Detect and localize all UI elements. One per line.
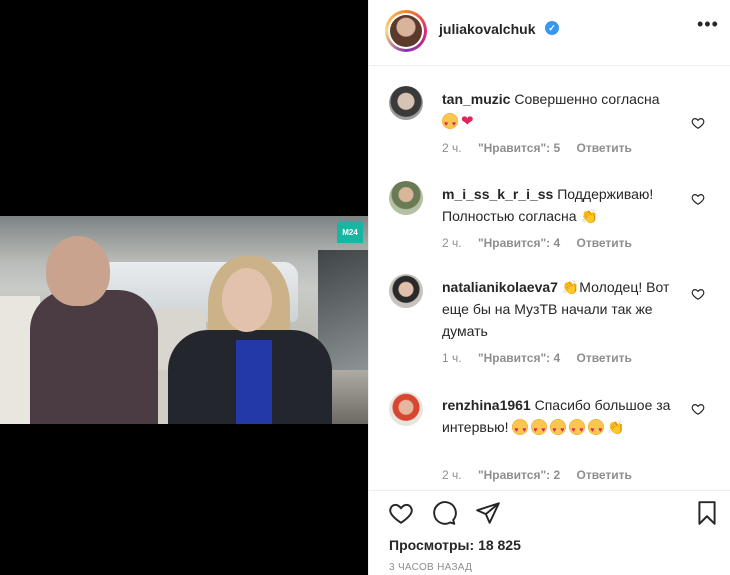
clapping-hands-emoji: 👏: [561, 279, 580, 295]
heart-icon[interactable]: [691, 192, 705, 206]
comment-text: Совершенно согласна: [514, 91, 660, 107]
commenter-avatar[interactable]: [389, 392, 423, 426]
comment-meta: 2 ч. "Нравится": 5 Ответить: [442, 141, 645, 155]
comment-time: 2 ч.: [442, 141, 462, 155]
heart-eyes-emoji: [531, 419, 548, 442]
views-count[interactable]: Просмотры: 18 825: [389, 537, 521, 553]
comment-text-block: tan_muzic Совершенно согласна ❤: [442, 88, 682, 136]
post-media[interactable]: M24: [0, 0, 368, 575]
commenter-avatar[interactable]: [389, 274, 423, 308]
comment-text-block: natalianikolaeva7 👏Молодец! Вот еще бы н…: [442, 276, 682, 342]
comment-username[interactable]: renzhina1961: [442, 397, 531, 413]
post-actions: Просмотры: 18 825 3 ЧАСОВ НАЗАД: [369, 490, 730, 575]
post-panel: juliakovalchuk ✓ ••• tan_muzic Совершенн…: [368, 0, 730, 575]
comment-likes[interactable]: "Нравится": 5: [478, 141, 560, 155]
author-username[interactable]: juliakovalchuk: [439, 21, 535, 37]
channel-logo: M24: [337, 221, 363, 243]
commenter-avatar[interactable]: [389, 86, 423, 120]
man-figure: [30, 290, 158, 424]
heart-icon[interactable]: [691, 287, 705, 301]
commenter-avatar[interactable]: [389, 181, 423, 215]
clapping-hands-emoji: 👏: [607, 419, 625, 435]
comment-username[interactable]: natalianikolaeva7: [442, 279, 558, 295]
comment-likes[interactable]: "Нравится": 4: [478, 351, 560, 365]
heart-eyes-emoji: [569, 419, 586, 442]
comment-time: 2 ч.: [442, 236, 462, 250]
comment-text-block: renzhina1961 Спасибо большое за интервью…: [442, 394, 682, 442]
reply-button[interactable]: Ответить: [576, 236, 631, 250]
post-timestamp[interactable]: 3 ЧАСОВ НАЗАД: [389, 562, 472, 573]
heart-eyes-emoji: [588, 419, 605, 442]
like-heart-icon[interactable]: [388, 500, 414, 526]
comment-likes[interactable]: "Нравится": 4: [478, 236, 560, 250]
comments-list[interactable]: tan_muzic Совершенно согласна ❤ 2 ч. "Нр…: [369, 67, 730, 490]
love-face-emoji: [442, 113, 458, 136]
reply-button[interactable]: Ответить: [576, 468, 631, 482]
woman-top: [236, 340, 272, 424]
verified-icon: ✓: [545, 21, 559, 35]
avatar-image: [390, 15, 422, 47]
comment-time: 1 ч.: [442, 351, 462, 365]
woman-face: [222, 268, 272, 332]
comment-username[interactable]: tan_muzic: [442, 91, 510, 107]
more-icon[interactable]: •••: [697, 14, 719, 35]
author-avatar[interactable]: [385, 10, 427, 52]
comment-meta: 1 ч. "Нравится": 4 Ответить: [442, 351, 645, 365]
comment-time: 2 ч.: [442, 468, 462, 482]
views-number: 18 825: [478, 537, 521, 553]
heart-icon[interactable]: [691, 116, 705, 130]
reply-button[interactable]: Ответить: [576, 141, 631, 155]
comment-username[interactable]: m_i_ss_k_r_i_ss: [442, 186, 553, 202]
heart-eyes-emoji: [550, 419, 567, 442]
comment-meta: 2 ч. "Нравится": 2 Ответить: [442, 468, 645, 482]
comment-icon[interactable]: [431, 500, 457, 526]
post-header: juliakovalchuk ✓ •••: [369, 0, 730, 66]
bookmark-icon[interactable]: [694, 500, 720, 526]
comment-meta: 2 ч. "Нравится": 4 Ответить: [442, 236, 645, 250]
clapping-hands-emoji: 👏: [580, 208, 598, 224]
share-icon[interactable]: [475, 500, 501, 526]
heart-eyes-emoji: [512, 419, 529, 442]
views-label: Просмотры:: [389, 537, 475, 553]
comment-text-block: m_i_ss_k_r_i_ss Поддерживаю! Полностью с…: [442, 183, 682, 227]
heart-icon[interactable]: [691, 402, 705, 416]
reply-button[interactable]: Ответить: [576, 351, 631, 365]
red-heart-emoji: ❤: [461, 113, 474, 130]
man-face: [46, 236, 110, 306]
comment-likes[interactable]: "Нравится": 2: [478, 468, 560, 482]
